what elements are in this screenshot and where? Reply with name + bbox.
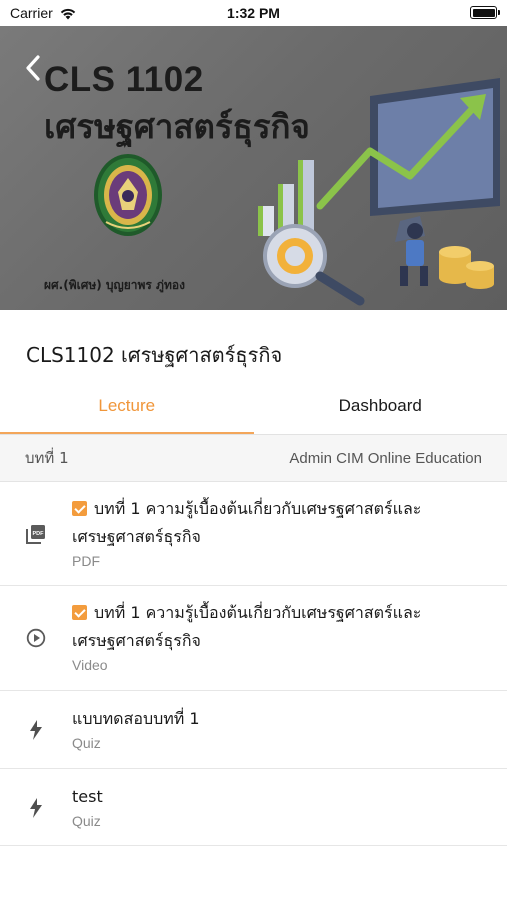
clock: 1:32 PM — [227, 5, 280, 21]
list-item-type: Video — [72, 657, 108, 673]
lesson-list: PDF บทที่ 1 ความรู้เบื้องต้นเกี่ยวกับเศษ… — [0, 482, 507, 846]
list-item-title: test — [72, 787, 103, 806]
checkbox-checked-icon — [72, 605, 87, 620]
list-item-body: แบบทดสอบบทที่ 1 Quiz — [72, 705, 487, 751]
tab-dashboard[interactable]: Dashboard — [254, 378, 507, 434]
finance-illustration-icon — [258, 78, 500, 306]
section-owner: Admin CIM Online Education — [289, 449, 482, 467]
list-item-body: บทที่ 1 ความรู้เบื้องต้นเกี่ยวกับเศษรฐศา… — [72, 495, 487, 569]
course-title: CLS1102 เศรษฐศาสตร์ธุรกิจ — [26, 343, 283, 367]
list-item[interactable]: test Quiz — [0, 769, 507, 846]
tab-bar: Lecture Dashboard — [0, 378, 507, 434]
list-item[interactable]: บทที่ 1 ความรู้เบื้องต้นเกี่ยวกับเศษรฐศา… — [0, 586, 507, 691]
tab-lecture[interactable]: Lecture — [0, 378, 254, 434]
list-item-title-line1: บทที่ 1 ความรู้เบื้องต้นเกี่ยวกับเศษรฐศา… — [94, 499, 422, 518]
pdf-icon: PDF — [25, 523, 47, 545]
course-banner: CLS 1102 เศรษฐศาสตร์ธุรกิจ ผศ.(พิเศษ) บุ… — [0, 26, 507, 310]
list-item[interactable]: PDF บทที่ 1 ความรู้เบื้องต้นเกี่ยวกับเศษ… — [0, 482, 507, 586]
play-circle-icon — [25, 627, 47, 649]
banner-course-code: CLS 1102 — [44, 60, 204, 99]
section-header: บทที่ 1 Admin CIM Online Education — [0, 435, 507, 482]
status-bar: Carrier 1:32 PM — [0, 0, 507, 26]
list-item-title-line1: บทที่ 1 ความรู้เบื้องต้นเกี่ยวกับเศษรฐศา… — [94, 603, 422, 622]
list-item-type: Quiz — [72, 735, 101, 751]
list-item-title: บทที่ 1 ความรู้เบื้องต้นเกี่ยวกับเศษรฐศา… — [72, 495, 487, 523]
lightning-icon — [25, 797, 47, 819]
lightning-icon — [25, 719, 47, 741]
svg-text:PDF: PDF — [33, 531, 45, 537]
list-item-title: บทที่ 1 ความรู้เบื้องต้นเกี่ยวกับเศษรฐศา… — [72, 599, 487, 627]
list-item-body: test Quiz — [72, 783, 487, 829]
list-item-title: แบบทดสอบบทที่ 1 — [72, 709, 200, 728]
section-chapter: บทที่ 1 — [25, 449, 69, 467]
list-item-type: PDF — [72, 553, 100, 569]
list-item-body: บทที่ 1 ความรู้เบื้องต้นเกี่ยวกับเศษรฐศา… — [72, 599, 487, 673]
list-item-title-line2: เศรษฐศาสตร์ธุรกิจ — [72, 527, 201, 546]
list-item[interactable]: แบบทดสอบบทที่ 1 Quiz — [0, 691, 507, 769]
battery-icon — [470, 6, 500, 19]
checkbox-checked-icon — [72, 501, 87, 516]
banner-author: ผศ.(พิเศษ) บุญยาพร ภู่ทอง — [44, 278, 185, 292]
list-item-type: Quiz — [72, 813, 101, 829]
list-item-title-line2: เศรษฐศาสตร์ธุรกิจ — [72, 631, 201, 650]
university-seal-icon — [94, 154, 162, 236]
